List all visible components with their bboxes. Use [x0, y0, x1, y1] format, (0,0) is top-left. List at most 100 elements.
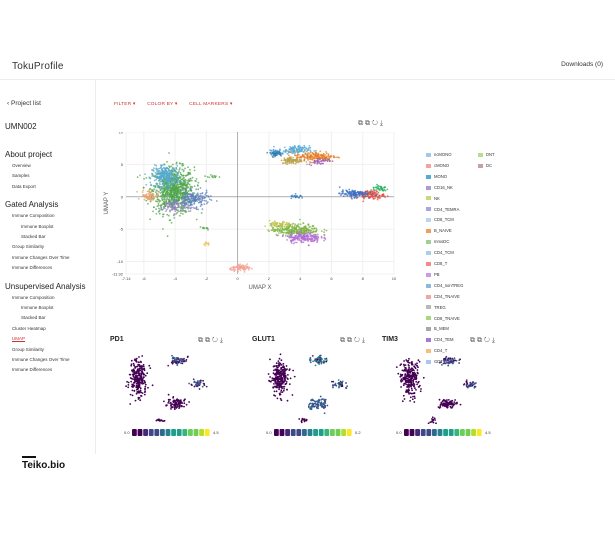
reset-icon[interactable]: ↻ — [354, 337, 362, 344]
zoom-out-icon[interactable]: ⧉ — [347, 337, 354, 344]
sidebar-item[interactable]: Immune Differences — [12, 265, 52, 270]
sidebar-item[interactable]: Stacked Bar — [21, 315, 46, 320]
marker-chart-toolbar: ⧉⧉↻⤓ — [198, 337, 225, 345]
zoom-out-icon[interactable]: ⧉ — [205, 337, 212, 344]
legend-label: CD4_TEMRA — [434, 206, 460, 212]
download-icon[interactable]: ⤓ — [380, 120, 385, 127]
marker-point — [408, 362, 411, 364]
legend-item[interactable]: PB — [426, 272, 440, 277]
sidebar-item[interactable]: Immune Changes Over Time — [12, 255, 70, 260]
umap-point — [306, 163, 308, 166]
umap-point — [361, 194, 364, 196]
legend-item[interactable]: CD8_T — [426, 261, 447, 266]
umap-point — [187, 205, 190, 207]
download-icon[interactable]: ⤓ — [362, 337, 367, 344]
marker-point — [318, 398, 320, 401]
umap-point — [187, 171, 189, 174]
zoom-in-icon[interactable]: ⧉ — [198, 337, 205, 344]
legend-item[interactable]: CD8_TNAIVE — [426, 316, 460, 321]
legend-item[interactable]: TREG — [426, 305, 446, 310]
color-by-dropdown[interactable]: COLOR BY ▾ — [147, 102, 177, 107]
legend-item[interactable]: MONO — [426, 174, 447, 179]
marker-point — [469, 384, 472, 386]
legend-item[interactable]: CD4_TCM — [426, 250, 454, 255]
legend-item[interactable]: CD4_TEM — [426, 337, 454, 342]
sidebar-item[interactable]: Overview — [12, 163, 31, 168]
umap-point — [143, 194, 146, 197]
marker-point — [413, 395, 416, 398]
umap-point — [177, 170, 180, 173]
umap-point — [326, 159, 329, 162]
legend-item[interactable]: B_NAIVE — [426, 228, 452, 233]
cell-markers-dropdown[interactable]: CELL MARKERS ▾ — [189, 102, 232, 107]
colorbar-swatch — [176, 429, 182, 436]
zoom-in-icon[interactable]: ⧉ — [470, 337, 477, 344]
umap-point — [179, 193, 182, 196]
zoom-in-icon[interactable]: ⧉ — [340, 337, 347, 344]
marker-point — [402, 378, 405, 380]
legend-item[interactable]: CD4_TNAIVE — [426, 294, 460, 299]
download-icon[interactable]: ⤓ — [220, 337, 225, 344]
umap-point — [294, 235, 297, 237]
legend-item[interactable]: CD16_NK — [426, 185, 453, 190]
umap-point — [277, 234, 279, 237]
zoom-out-icon[interactable]: ⧉ — [365, 120, 372, 127]
filter-dropdown[interactable]: FILTER ▾ — [114, 102, 136, 107]
umap-point — [268, 219, 271, 222]
legend-item[interactable]: mmoDC — [426, 239, 449, 244]
zoom-in-icon[interactable]: ⧉ — [358, 120, 365, 127]
legend-swatch — [426, 250, 431, 255]
umap-point — [204, 175, 206, 177]
legend-item[interactable]: ncMONO — [426, 152, 451, 157]
sidebar-item[interactable]: Immune Composition — [12, 213, 55, 218]
marker-point — [135, 357, 138, 360]
sidebar-item[interactable]: Data Export — [12, 184, 36, 189]
marker-point — [125, 385, 127, 388]
umap-point — [282, 162, 285, 165]
sidebar-item[interactable]: Cluster Heatmap — [12, 326, 46, 331]
sidebar-item[interactable]: Group Similarity — [12, 244, 44, 249]
legend-item[interactable]: NK — [426, 196, 440, 201]
sidebar-item[interactable]: Stacked Bar — [21, 234, 46, 239]
legend-item[interactable]: cMONO — [426, 163, 449, 168]
legend-item[interactable]: CD4_nonTREG — [426, 283, 463, 288]
umap-point — [163, 167, 165, 170]
reset-icon[interactable]: ↻ — [372, 120, 380, 127]
marker-point — [279, 394, 281, 396]
app-brand[interactable]: TokuProfile — [12, 61, 64, 72]
sidebar-item[interactable]: Immune Differences — [12, 367, 52, 372]
legend-item[interactable]: B_MEM — [426, 326, 449, 331]
sidebar-item[interactable]: UMAP — [12, 336, 25, 341]
reset-icon[interactable]: ↻ — [212, 337, 220, 344]
downloads-button[interactable]: Downloads (0) — [561, 61, 603, 68]
sidebar-item[interactable]: Immune Composition — [12, 295, 55, 300]
marker-point — [277, 366, 279, 369]
marker-point — [417, 366, 419, 369]
sidebar-item[interactable]: Group Similarity — [12, 347, 44, 352]
legend-item[interactable]: CD4_TEMRA — [426, 207, 459, 212]
umap-point — [176, 164, 179, 167]
legend-item[interactable]: CD8_TCM — [426, 217, 454, 222]
umap-point — [373, 197, 375, 200]
reset-icon[interactable]: ↻ — [484, 337, 492, 344]
sidebar-item[interactable]: Immune Changes Over Time — [12, 357, 70, 362]
sidebar-item[interactable]: Immune Boxplot — [21, 305, 54, 310]
marker-point — [453, 357, 456, 360]
marker-point — [130, 380, 133, 383]
marker-point — [137, 382, 140, 384]
legend-item[interactable]: DC — [478, 163, 492, 168]
marker-point — [277, 368, 279, 371]
main-content: FILTER ▾ COLOR BY ▾ CELL MARKERS ▾ ⧉⧉↻⤓ … — [96, 80, 615, 454]
umap-point — [136, 190, 138, 193]
umap-point — [168, 196, 171, 199]
umap-point — [187, 178, 190, 181]
back-to-project-list[interactable]: ‹ Project list — [7, 100, 41, 107]
umap-point — [179, 180, 182, 183]
umap-point — [203, 196, 206, 199]
sidebar-item[interactable]: Immune Boxplot — [21, 224, 54, 229]
sidebar-item[interactable]: Samples — [12, 173, 30, 178]
download-icon[interactable]: ⤓ — [492, 337, 497, 344]
legend-item[interactable]: DNT — [478, 152, 495, 157]
umap-point — [368, 197, 370, 199]
zoom-out-icon[interactable]: ⧉ — [477, 337, 484, 344]
